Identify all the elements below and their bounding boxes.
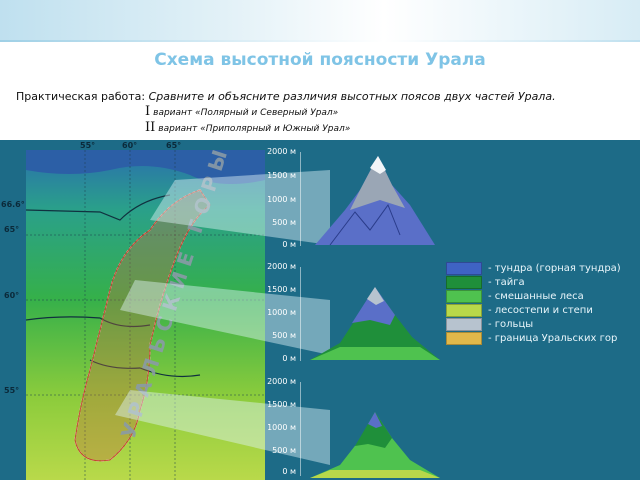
header-band	[0, 0, 640, 42]
legend: - тундра (горная тундра) - тайга - смеша…	[440, 256, 624, 348]
profile-1-tick-0: 0 м	[282, 240, 296, 249]
profile-3-tick-2000: 2000 м	[267, 377, 296, 386]
profile-3-tick-1000: 1000 м	[267, 423, 296, 432]
variant-1-text: вариант «Полярный и Северный Урал»	[153, 108, 339, 118]
variant-1-number: I	[145, 104, 151, 119]
legend-label-goltsy: - гольцы	[488, 318, 534, 330]
variant-2-text: вариант «Приполярный и Южный Урал»	[158, 124, 351, 134]
legend-label-taiga: - тайга	[488, 276, 525, 288]
legend-item-steppe: - лесостепи и степи	[446, 303, 593, 317]
legend-swatch-taiga	[446, 275, 482, 289]
profile-1-tick-500: 500 м	[272, 218, 296, 227]
legend-swatch-mixed-forest	[446, 289, 482, 303]
legend-label-border: - граница Уральских гор	[488, 332, 618, 344]
legend-swatch-steppe	[446, 303, 482, 317]
profile-2-tick-1500: 1500 м	[267, 285, 296, 294]
legend-item-border: - граница Уральских гор	[446, 331, 618, 345]
profile-3-tick-500: 500 м	[272, 446, 296, 455]
legend-item-taiga: - тайга	[446, 275, 525, 289]
legend-label-tundra: - тундра (горная тундра)	[488, 262, 621, 274]
profile-2-tick-1000: 1000 м	[267, 308, 296, 317]
profile-3-tick-0: 0 м	[282, 467, 296, 476]
profile-1-tick-2000: 2000 м	[267, 147, 296, 156]
legend-swatch-goltsy	[446, 317, 482, 331]
variant-1: Iвариант «Полярный и Северный Урал»	[145, 104, 338, 119]
task-text: Практическая работа: Сравните и объяснит…	[16, 90, 556, 103]
mountain-2	[300, 267, 440, 361]
task-question: Сравните и объясните различия высотных п…	[148, 90, 556, 103]
profile-2-tick-2000: 2000 м	[267, 262, 296, 271]
slide-title: Схема высотной поясности Урала	[154, 50, 486, 70]
profile-3-tick-1500: 1500 м	[267, 400, 296, 409]
variant-2-number: II	[145, 120, 156, 135]
beam-3	[115, 390, 330, 465]
mountain-3	[300, 382, 440, 478]
task-label: Практическая работа:	[16, 90, 146, 103]
profile-2-tick-500: 500 м	[272, 331, 296, 340]
legend-swatch-border	[446, 331, 482, 345]
legend-item-tundra: - тундра (горная тундра)	[446, 261, 621, 275]
mountain-1	[300, 152, 435, 246]
legend-item-goltsy: - гольцы	[446, 317, 534, 331]
legend-label-steppe: - лесостепи и степи	[488, 304, 593, 316]
profile-1-tick-1000: 1000 м	[267, 195, 296, 204]
beam-2	[120, 280, 330, 355]
legend-swatch-tundra	[446, 261, 482, 275]
variant-2: II вариант «Приполярный и Южный Урал»	[145, 120, 350, 135]
legend-item-mixed-forest: - смешанные леса	[446, 289, 584, 303]
legend-label-mixed-forest: - смешанные леса	[488, 290, 584, 302]
profile-2-tick-0: 0 м	[282, 354, 296, 363]
profile-1-tick-1500: 1500 м	[267, 171, 296, 180]
